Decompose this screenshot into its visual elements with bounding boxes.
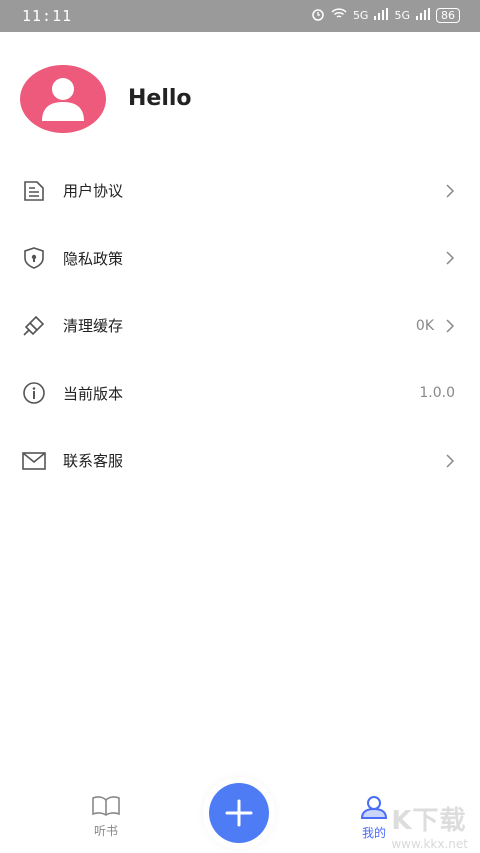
mail-icon xyxy=(21,448,47,474)
wifi-icon xyxy=(331,8,347,23)
signal-label-1: 5G xyxy=(352,9,369,22)
tab-mine[interactable]: 我的 xyxy=(352,795,396,841)
battery-indicator: 86 xyxy=(436,8,460,23)
signal-label-2: 5G xyxy=(394,9,410,22)
menu-item-user-agreement[interactable]: 用户协议 xyxy=(0,157,480,225)
profile-icon xyxy=(359,795,389,822)
user-icon xyxy=(42,78,84,121)
status-icons: 5G 5G 86 xyxy=(311,7,460,24)
menu-item-label: 当前版本 xyxy=(63,384,124,403)
book-icon xyxy=(91,795,121,820)
settings-menu: 用户协议 隐私政策 清理缓存 0K 当前版本 1.0.0 联系客服 xyxy=(0,157,480,495)
tab-mine-label: 我的 xyxy=(361,826,386,840)
version-value: 1.0.0 xyxy=(419,385,455,402)
avatar[interactable] xyxy=(20,65,106,133)
alarm-icon xyxy=(311,7,325,24)
info-icon xyxy=(21,380,47,406)
shield-icon xyxy=(21,245,47,271)
status-bar: 11:11 5G 5G 86 xyxy=(0,0,480,32)
add-button[interactable] xyxy=(209,783,269,843)
menu-item-contact-support[interactable]: 联系客服 xyxy=(0,427,480,495)
menu-item-privacy-policy[interactable]: 隐私政策 xyxy=(0,225,480,293)
profile-name: Hello xyxy=(128,86,192,111)
menu-item-label: 隐私政策 xyxy=(63,249,124,268)
plus-icon xyxy=(225,799,253,827)
menu-item-label: 联系客服 xyxy=(63,452,124,471)
document-icon xyxy=(21,178,47,204)
profile-header[interactable] xyxy=(20,64,106,134)
menu-item-label: 用户协议 xyxy=(63,182,124,201)
signal-icon xyxy=(374,8,389,23)
signal-icon xyxy=(416,8,430,23)
menu-item-current-version[interactable]: 当前版本 1.0.0 xyxy=(0,360,480,428)
cache-size: 0K xyxy=(415,317,434,334)
chevron-right-icon xyxy=(444,250,456,266)
tab-listen[interactable]: 听书 xyxy=(86,795,126,839)
tab-listen-label: 听书 xyxy=(93,824,118,838)
watermark: K下载 www.kkx.net xyxy=(391,800,468,851)
menu-item-clear-cache[interactable]: 清理缓存 0K xyxy=(0,292,480,360)
status-time: 11:11 xyxy=(22,7,73,25)
watermark-brand: K下载 xyxy=(391,806,467,836)
chevron-right-icon xyxy=(444,453,456,469)
watermark-url: www.kkx.net xyxy=(391,837,468,851)
broom-icon xyxy=(21,313,47,339)
chevron-right-icon xyxy=(444,318,456,334)
menu-item-label: 清理缓存 xyxy=(63,317,124,336)
chevron-right-icon xyxy=(444,183,456,199)
